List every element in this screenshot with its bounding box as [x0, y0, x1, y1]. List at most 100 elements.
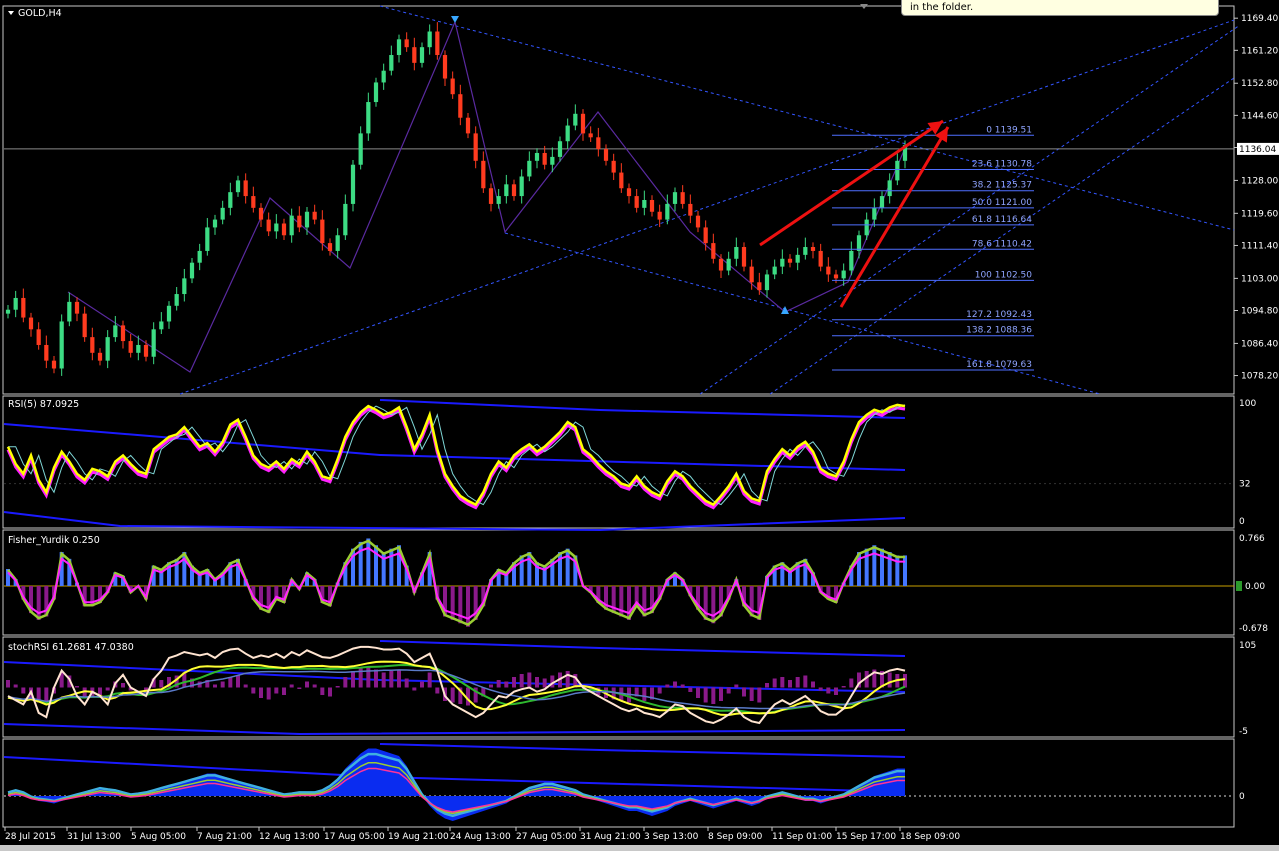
stoch-hist-bar — [527, 672, 532, 688]
candle-body — [772, 266, 777, 275]
stoch-hist-bar — [765, 683, 769, 688]
candle-body — [228, 192, 233, 208]
fisher-bar — [895, 555, 900, 586]
candle-body — [412, 47, 417, 63]
stoch-hist-bar — [427, 672, 432, 688]
stoch-hist-bar — [335, 686, 340, 688]
candle-body — [189, 262, 195, 279]
current-price-label: 1136.04 — [1239, 145, 1276, 155]
candle-body — [626, 188, 632, 197]
candle-body — [151, 329, 156, 357]
fisher-bar — [887, 552, 892, 586]
candle-body — [44, 344, 49, 361]
stoch-hist-bar — [757, 687, 762, 703]
candle-body — [396, 39, 402, 56]
candle-body — [67, 301, 72, 322]
price-tick-label: 1078.20 — [1241, 372, 1278, 382]
candle-body — [504, 184, 509, 197]
candle-body — [711, 243, 716, 259]
candle-body — [511, 184, 517, 197]
stoch-hist-bar — [159, 680, 164, 688]
candle-body — [665, 203, 670, 220]
rsi-tick-label: 100 — [1239, 399, 1256, 409]
candle-body — [442, 55, 448, 79]
stoch-hist-bar — [220, 681, 225, 688]
candle-body — [419, 47, 425, 63]
candle-body — [611, 160, 616, 173]
stoch-hist-bar — [389, 671, 394, 688]
price-tick-label: 1103.00 — [1241, 274, 1278, 284]
candle-body — [320, 219, 325, 244]
price-tick-label: 1152.80 — [1241, 79, 1278, 89]
fisher-bar — [358, 541, 363, 586]
fib-level-label: 100 1102.50 — [975, 270, 1033, 280]
candle-body — [573, 113, 578, 126]
stoch-hist-bar — [772, 678, 777, 688]
candle-body — [36, 329, 41, 345]
candle-body — [810, 247, 816, 251]
candle-body — [136, 344, 141, 353]
stoch-hist-bar — [496, 680, 501, 688]
stoch-hist-bar — [519, 674, 524, 688]
candle-body — [588, 133, 593, 138]
stoch-hist-bar — [818, 687, 823, 691]
fib-level-label: 38.2 1125.37 — [972, 181, 1032, 191]
candle-body — [5, 309, 11, 314]
candle-body — [251, 196, 256, 208]
stoch-hist-bar — [259, 687, 263, 698]
fib-level-label: 23.6 1130.78 — [972, 160, 1032, 170]
candle-body — [450, 78, 455, 95]
candle-body — [120, 325, 126, 342]
candle-body — [841, 270, 846, 279]
candle-body — [672, 192, 678, 204]
price-tick-label: 1128.00 — [1241, 176, 1278, 186]
candle-body — [596, 137, 601, 150]
rsi-tick-label: 0 — [1239, 517, 1245, 527]
price-tick-label: 1111.40 — [1241, 241, 1278, 251]
candle-body — [212, 219, 218, 228]
candle-body — [833, 274, 839, 279]
stoch-hist-bar — [6, 680, 10, 688]
candle-body — [688, 203, 693, 216]
candle-body — [642, 200, 647, 208]
stoch-hist-bar — [305, 681, 309, 688]
time-tick-label: 17 Aug 05:00 — [324, 832, 385, 842]
stoch-hist-bar — [351, 671, 355, 688]
candle-body — [787, 258, 793, 263]
candle-body — [849, 250, 854, 271]
candle-body — [197, 250, 202, 263]
price-pane[interactable] — [2, 5, 1235, 395]
candle-body — [427, 31, 432, 48]
stoch-hist-bar — [826, 687, 831, 694]
stoch-hist-bar — [703, 687, 708, 703]
stoch-hist-bar — [535, 677, 539, 688]
time-tick-label: 12 Aug 13:00 — [259, 832, 320, 842]
candle-body — [864, 219, 869, 236]
candle-body — [343, 203, 348, 236]
candle-body — [741, 247, 747, 267]
fisher-bar — [366, 538, 371, 586]
fisher-label: Fisher_Yurdik 0.250 — [8, 535, 100, 546]
candle-body — [488, 188, 494, 204]
stoch-hist-bar — [719, 687, 723, 701]
stoch-hist-bar — [312, 684, 317, 688]
fib-level-label: 0 1139.51 — [986, 125, 1032, 135]
time-tick-label: 24 Aug 13:00 — [450, 832, 511, 842]
fisher-tick-label: -0.678 — [1239, 624, 1268, 634]
candle-body — [695, 215, 701, 228]
stoch-hist-bar — [21, 687, 26, 694]
trading-chart-window[interactable]: 0 1139.51 23.6 1130.78 38.2 1125.37 50.0 11… — [0, 0, 1279, 851]
candle-body — [350, 164, 356, 204]
time-tick-label: 28 Jul 2015 — [5, 832, 56, 842]
candle-body — [542, 152, 547, 165]
stoch-hist-bar — [274, 687, 279, 694]
fisher-bar — [880, 548, 884, 586]
stoch-hist-bar — [696, 687, 700, 698]
fisher-pane[interactable] — [2, 529, 1235, 636]
candle-body — [634, 196, 639, 208]
candle-body — [879, 196, 885, 208]
candle-body — [182, 278, 187, 295]
osc-tick-label: 0 — [1239, 792, 1245, 802]
stoch-hist-bar — [673, 681, 677, 688]
candle-body — [281, 223, 287, 236]
